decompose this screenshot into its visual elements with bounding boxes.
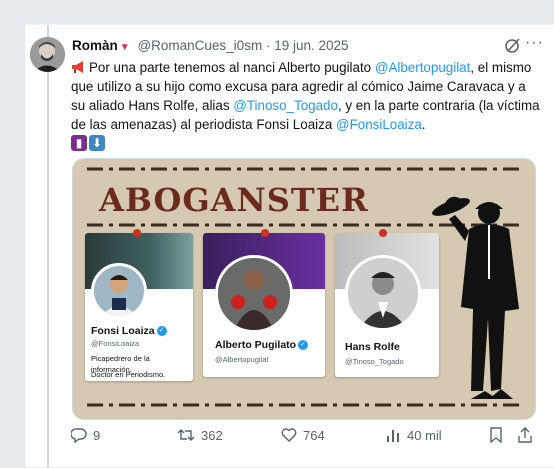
pin-icon — [133, 229, 141, 237]
card-bio-line2: Doctor en Periodismo. — [91, 370, 166, 379]
tweet[interactable]: Romàn ▼ @RomanCues_i0sm · 19 jun. 2025 ··… — [24, 24, 554, 468]
retweet-button[interactable]: 362 — [177, 427, 223, 443]
bookmark-button[interactable] — [489, 427, 503, 443]
like-icon — [281, 428, 297, 442]
share-button[interactable] — [517, 427, 533, 443]
views-count: 40 mil — [407, 427, 442, 443]
profile-picture — [215, 255, 293, 333]
retweet-icon — [177, 429, 195, 441]
tweet-text: Por una parte tenemos al nanci Alberto p… — [71, 58, 541, 134]
card-handle: @FonsiLoaiza — [91, 339, 140, 348]
card-name: Fonsi Loaiza ✓ — [91, 325, 167, 337]
verified-icon: ✓ — [298, 340, 309, 351]
profile-card-hans: Hans Rolfe @Tinoso_Togado — [335, 233, 439, 377]
retweet-count: 362 — [201, 427, 223, 443]
pin-icon — [379, 229, 387, 237]
card-handle: @Albertopugilat — [215, 355, 269, 364]
tweet-date[interactable]: 19 jun. 2025 — [274, 38, 348, 53]
mention-fonsiloaiza[interactable]: @FonsiLoaiza — [336, 117, 422, 132]
mention-tinoso-togado[interactable]: @Tinoso_Togado — [233, 98, 338, 113]
media-image[interactable]: ABOGANSTER Fonsi Loaiza ✓ @FonsiLoaiza Pi… — [72, 158, 536, 420]
mention-albertopugilat[interactable]: @Albertopugilat — [375, 60, 470, 75]
card-handle: @Tinoso_Togado — [345, 357, 404, 366]
profile-picture — [91, 263, 147, 319]
reply-count: 9 — [93, 427, 101, 443]
views-button[interactable]: 40 mil — [385, 427, 442, 443]
profile-picture — [345, 255, 421, 331]
reply-icon — [71, 428, 87, 443]
avatar[interactable] — [30, 37, 65, 72]
heart-icon: ▼ — [119, 42, 130, 53]
card-name: Alberto Pugilato ✓ — [215, 339, 309, 351]
tweet-header: Romàn ▼ @RomanCues_i0sm · 19 jun. 2025 — [72, 38, 542, 58]
megaphone-emoji — [71, 60, 86, 73]
thread-line — [47, 25, 49, 468]
like-button[interactable]: 764 — [281, 427, 325, 443]
action-bar: 9 362 764 40 mil — [71, 427, 551, 449]
profile-card-alberto: Alberto Pugilato ✓ @Albertopugilat — [203, 233, 325, 377]
views-icon — [387, 430, 399, 442]
card-name: Hans Rolfe — [345, 341, 400, 353]
text-seg-6: . — [421, 117, 426, 132]
text-seg-0: Por una parte tenemos al nanci Alberto p… — [89, 60, 375, 75]
share-icon — [518, 427, 532, 443]
reply-button[interactable]: 9 — [71, 427, 100, 443]
like-count: 764 — [303, 427, 325, 443]
author-name[interactable]: Romàn — [72, 38, 118, 53]
media-title: ABOGANSTER — [99, 181, 369, 219]
separator: · — [265, 38, 271, 53]
verified-icon: ✓ — [156, 326, 167, 337]
bookmark-icon — [490, 427, 502, 443]
grok-icon[interactable] — [504, 36, 522, 54]
thread-spool-emoji: ▮ — [71, 135, 87, 151]
pin-icon — [261, 229, 269, 237]
emoji-row: ▮ ⬇ — [71, 135, 105, 151]
down-arrow-emoji: ⬇ — [89, 135, 105, 151]
more-icon[interactable]: ··· — [525, 34, 544, 52]
author-handle[interactable]: @RomanCues_i0sm — [137, 38, 262, 53]
profile-card-fonsi: Fonsi Loaiza ✓ @FonsiLoaiza Picapedrero d… — [85, 233, 193, 381]
